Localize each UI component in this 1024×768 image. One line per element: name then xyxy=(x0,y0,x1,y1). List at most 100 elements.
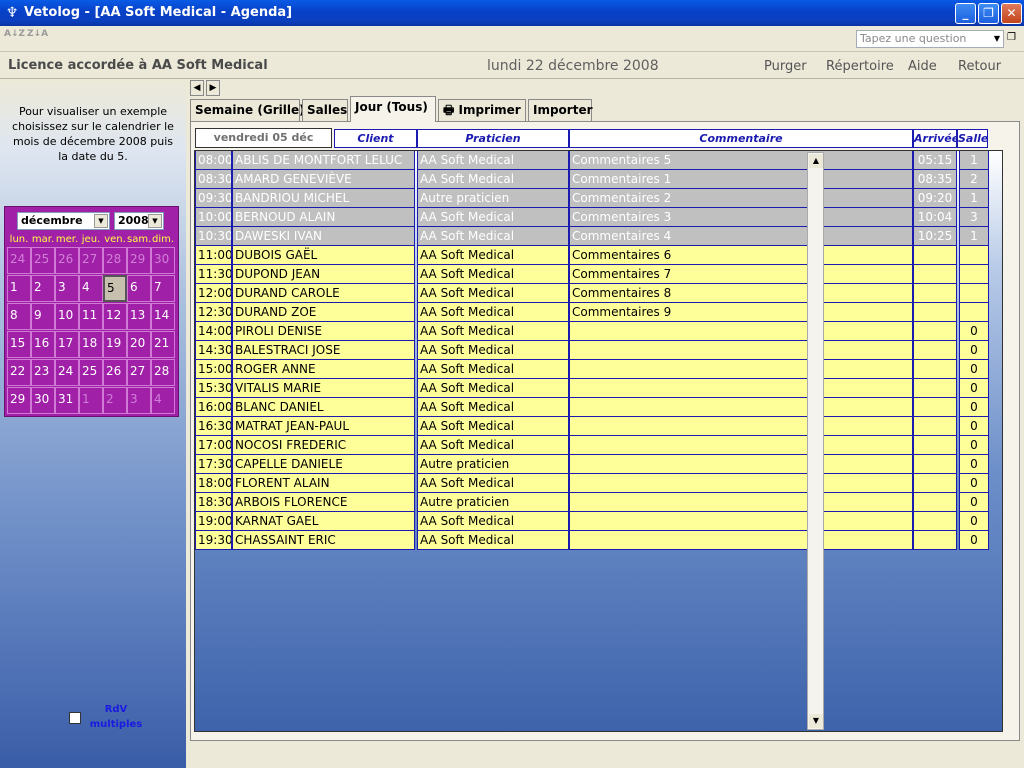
tab-jour-tous[interactable]: Jour (Tous) xyxy=(350,96,436,122)
table-row[interactable]: 19:30 CHASSAINT ERIC AA Soft Medical 0 xyxy=(195,531,990,550)
cell-commentaire[interactable]: Commentaires 6 xyxy=(569,246,913,265)
cell-praticien[interactable]: AA Soft Medical xyxy=(417,360,569,379)
cell-commentaire[interactable]: Commentaires 3 xyxy=(569,208,913,227)
close-button[interactable]: ✕ xyxy=(1001,3,1022,24)
calendar-day[interactable]: 27 xyxy=(127,359,151,386)
cell-salle[interactable] xyxy=(959,284,989,303)
cell-time[interactable]: 10:00 xyxy=(195,208,232,227)
cell-client[interactable]: ROGER ANNE xyxy=(232,360,415,379)
calendar-day[interactable]: 25 xyxy=(31,247,55,274)
calendar-day[interactable]: 17 xyxy=(55,331,79,358)
cell-arrivee[interactable] xyxy=(913,417,957,436)
cell-salle[interactable]: 0 xyxy=(959,474,989,493)
cell-arrivee[interactable] xyxy=(913,493,957,512)
cell-praticien[interactable]: AA Soft Medical xyxy=(417,474,569,493)
cell-salle[interactable]: 0 xyxy=(959,455,989,474)
next-arrow-icon[interactable]: ▶ xyxy=(206,80,220,96)
calendar-day[interactable]: 25 xyxy=(79,359,103,386)
cell-time[interactable]: 14:00 xyxy=(195,322,232,341)
year-select[interactable]: 2008 ▼ xyxy=(114,212,164,230)
table-row[interactable]: 12:30 DURAND ZOE AA Soft Medical Commentair… xyxy=(195,303,990,322)
cell-salle[interactable]: 2 xyxy=(959,170,989,189)
restore-small-icon[interactable]: ❐ xyxy=(1007,32,1019,44)
restore-button[interactable]: ❐ xyxy=(978,3,999,24)
column-salle[interactable]: Salle xyxy=(957,129,988,148)
minimize-button[interactable]: _ xyxy=(955,3,976,24)
question-input[interactable]: Tapez une question ▼ xyxy=(856,30,1004,48)
column-client[interactable]: Client xyxy=(334,129,417,148)
cell-commentaire[interactable]: Commentaires 5 xyxy=(569,151,913,170)
tab-importer[interactable]: Importer xyxy=(528,99,593,121)
cell-time[interactable]: 15:30 xyxy=(195,379,232,398)
cell-client[interactable]: MATRAT JEAN-PAUL xyxy=(232,417,415,436)
calendar-day[interactable]: 2 xyxy=(103,387,127,414)
calendar-day[interactable]: 3 xyxy=(127,387,151,414)
cell-praticien[interactable]: AA Soft Medical xyxy=(417,227,569,246)
cell-salle[interactable]: 1 xyxy=(959,227,989,246)
cell-commentaire[interactable]: Commentaires 9 xyxy=(569,303,913,322)
cell-praticien[interactable]: Autre praticien xyxy=(417,455,569,474)
cell-client[interactable]: ARBOIS FLORENCE xyxy=(232,493,415,512)
cell-arrivee[interactable] xyxy=(913,360,957,379)
calendar-day[interactable]: 21 xyxy=(151,331,175,358)
cell-commentaire[interactable] xyxy=(569,398,913,417)
cell-commentaire[interactable]: Commentaires 1 xyxy=(569,170,913,189)
cell-client[interactable]: ABLIS DE MONTFORT LELUC xyxy=(232,151,415,170)
table-row[interactable]: 15:00 ROGER ANNE AA Soft Medical 0 xyxy=(195,360,990,379)
cell-praticien[interactable]: AA Soft Medical xyxy=(417,208,569,227)
cell-praticien[interactable]: AA Soft Medical xyxy=(417,322,569,341)
cell-arrivee[interactable] xyxy=(913,303,957,322)
menu-repertoire[interactable]: Répertoire xyxy=(826,59,894,74)
cell-praticien[interactable]: AA Soft Medical xyxy=(417,417,569,436)
cell-commentaire[interactable] xyxy=(569,493,913,512)
cell-time[interactable]: 19:30 xyxy=(195,531,232,550)
cell-salle[interactable]: 0 xyxy=(959,379,989,398)
calendar-day[interactable]: 29 xyxy=(127,247,151,274)
cell-arrivee[interactable] xyxy=(913,455,957,474)
calendar-day[interactable]: 23 xyxy=(31,359,55,386)
calendar-day[interactable]: 27 xyxy=(79,247,103,274)
sort-descending-icon[interactable]: Z↓A xyxy=(27,29,48,49)
calendar-day[interactable]: 7 xyxy=(151,275,175,302)
cell-commentaire[interactable] xyxy=(569,436,913,455)
calendar-day[interactable]: 2 xyxy=(31,275,55,302)
scroll-up-icon[interactable]: ▲ xyxy=(809,154,823,168)
calendar-day[interactable]: 31 xyxy=(55,387,79,414)
cell-salle[interactable]: 0 xyxy=(959,531,989,550)
cell-salle[interactable] xyxy=(959,303,989,322)
cell-time[interactable]: 09:30 xyxy=(195,189,232,208)
cell-client[interactable]: PIROLI DENISE xyxy=(232,322,415,341)
cell-commentaire[interactable] xyxy=(569,360,913,379)
cell-commentaire[interactable] xyxy=(569,531,913,550)
table-row[interactable]: 14:00 PIROLI DENISE AA Soft Medical 0 xyxy=(195,322,990,341)
cell-praticien[interactable]: AA Soft Medical xyxy=(417,436,569,455)
tab-imprimer[interactable]: 🖶 Imprimer xyxy=(438,99,526,121)
cell-client[interactable]: VITALIS MARIE xyxy=(232,379,415,398)
cell-praticien[interactable]: AA Soft Medical xyxy=(417,284,569,303)
calendar-day[interactable]: 11 xyxy=(79,303,103,330)
cell-commentaire[interactable]: Commentaires 7 xyxy=(569,265,913,284)
cell-praticien[interactable]: Autre praticien xyxy=(417,189,569,208)
month-select[interactable]: décembre ▼ xyxy=(17,212,110,230)
cell-arrivee[interactable]: 05:15 xyxy=(913,151,957,170)
calendar-day[interactable]: 13 xyxy=(127,303,151,330)
cell-time[interactable]: 17:00 xyxy=(195,436,232,455)
calendar-day[interactable]: 1 xyxy=(79,387,103,414)
calendar-day[interactable]: 28 xyxy=(103,247,127,274)
menu-aide[interactable]: Aide xyxy=(908,59,937,74)
calendar-day[interactable]: 4 xyxy=(151,387,175,414)
table-row[interactable]: 08:30 AMARD GENEVIÈVE AA Soft Medical Comme… xyxy=(195,170,990,189)
calendar-day[interactable]: 5 xyxy=(103,275,127,302)
cell-praticien[interactable]: AA Soft Medical xyxy=(417,512,569,531)
cell-time[interactable]: 19:00 xyxy=(195,512,232,531)
table-row[interactable]: 09:30 BANDRIOU MICHEL Autre praticien Comme… xyxy=(195,189,990,208)
calendar-day[interactable]: 24 xyxy=(55,359,79,386)
table-row[interactable]: 11:30 DUPOND JEAN AA Soft Medical Commentai… xyxy=(195,265,990,284)
cell-arrivee[interactable] xyxy=(913,512,957,531)
cell-commentaire[interactable] xyxy=(569,322,913,341)
cell-time[interactable]: 12:00 xyxy=(195,284,232,303)
cell-time[interactable]: 18:00 xyxy=(195,474,232,493)
cell-salle[interactable]: 0 xyxy=(959,493,989,512)
cell-time[interactable]: 11:30 xyxy=(195,265,232,284)
cell-client[interactable]: BLANC DANIEL xyxy=(232,398,415,417)
